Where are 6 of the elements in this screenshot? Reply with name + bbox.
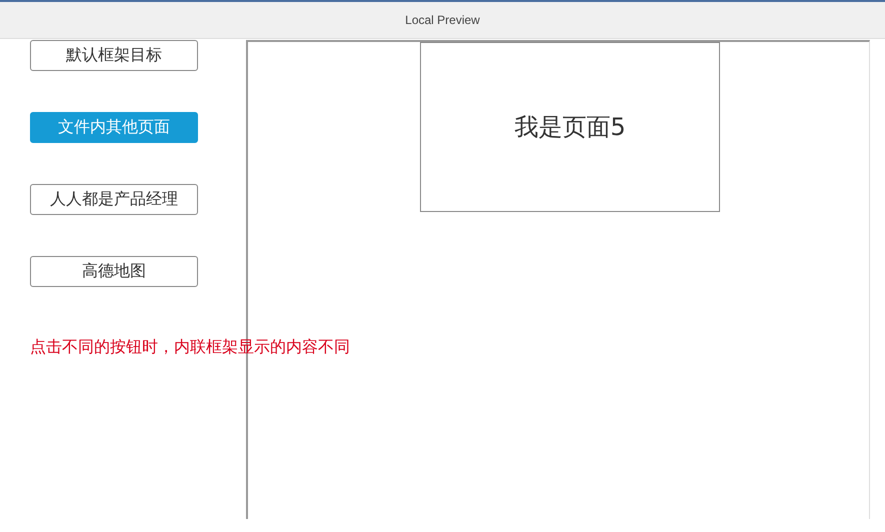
frame-target-button[interactable]: 人人都是产品经理 — [30, 184, 198, 215]
window-title: Local Preview — [405, 13, 480, 27]
frame-target-button[interactable]: 默认框架目标 — [30, 40, 198, 71]
page-text: 我是页面5 — [514, 112, 626, 143]
hint-text: 点击不同的按钮时，内联框架显示的内容不同 — [30, 337, 350, 358]
frame-target-button[interactable]: 高德地图 — [30, 256, 198, 287]
